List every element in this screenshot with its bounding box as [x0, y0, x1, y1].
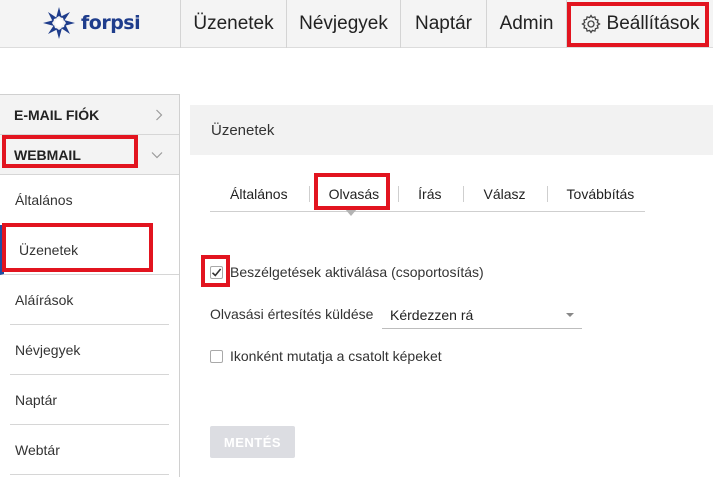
sidebar-item-contacts[interactable]: Névjegyek [10, 325, 169, 375]
sidebar-item-messages[interactable]: Üzenetek [0, 225, 179, 275]
inline-images-label: Ikonként mutatja a csatolt képeket [230, 348, 442, 364]
settings-tabs: Általános Olvasás Írás Válasz Továbbítás [210, 177, 645, 212]
sidebar-section-webmail[interactable]: WEBMAIL [0, 135, 179, 175]
tab-reply[interactable]: Válasz [484, 186, 526, 202]
sidebar-section-label: E-MAIL FIÓK [14, 106, 100, 123]
gear-icon [580, 14, 601, 34]
nav-settings-label: Beállítások [606, 13, 700, 34]
sidebar-section-email-account[interactable]: E-MAIL FIÓK [0, 95, 179, 135]
tab-separator [462, 186, 464, 202]
forpsi-logo[interactable]: forpsi [42, 6, 141, 40]
nav-contacts[interactable]: Névjegyek [286, 0, 400, 48]
chevron-down-icon [151, 151, 163, 158]
tab-forwarding[interactable]: Továbbítás [567, 186, 635, 202]
tab-reading[interactable]: Olvasás [329, 186, 380, 202]
checkmark-icon [211, 267, 222, 277]
option-conversations: Beszélgetések aktiválása (csoportosítás) [210, 262, 484, 282]
sidebar-item-general[interactable]: Általános [0, 175, 179, 225]
conversations-label: Beszélgetések aktiválása (csoportosítás) [230, 264, 484, 280]
tab-general[interactable]: Általános [230, 186, 288, 202]
sidebar-item-label: Üzenetek [19, 241, 79, 258]
sidebar-item-label: Általános [15, 192, 73, 208]
nav-calendar[interactable]: Naptár [400, 0, 486, 48]
save-button[interactable]: MENTÉS [210, 426, 295, 458]
sidebar-item-calendar[interactable]: Naptár [10, 375, 169, 425]
sidebar-item-signatures[interactable]: Aláírások [10, 275, 169, 325]
sidebar-item-webstorage[interactable]: Webtár [10, 425, 169, 475]
logo-text: forpsi [81, 12, 141, 34]
read-receipt-select[interactable]: Kérdezzen rá [382, 302, 582, 329]
sidebar-item-label: Névjegyek [15, 341, 81, 358]
option-inline-images: Ikonként mutatja a csatolt képeket [210, 346, 442, 366]
page-title: Üzenetek [211, 121, 275, 139]
nav-settings[interactable]: Beállítások [566, 0, 713, 48]
logo-star-icon [43, 7, 75, 39]
conversations-checkbox[interactable] [210, 265, 223, 279]
sidebar-item-label: Aláírások [15, 291, 74, 308]
tab-separator [398, 186, 400, 202]
read-receipt-label: Olvasási értesítés küldése [210, 306, 374, 322]
tab-separator [308, 186, 310, 202]
top-bar: forpsi Üzenetek Névjegyek Naptár Admin B… [0, 0, 713, 48]
nav-admin[interactable]: Admin [486, 0, 566, 48]
sidebar-item-label: Webtár [15, 441, 60, 458]
dropdown-caret-icon [566, 313, 574, 317]
read-receipt-value: Kérdezzen rá [390, 307, 474, 323]
chevron-right-icon [156, 109, 163, 120]
inline-images-checkbox[interactable] [210, 349, 223, 363]
panel-header: Üzenetek [190, 105, 713, 155]
nav-messages[interactable]: Üzenetek [180, 0, 286, 48]
settings-sidebar: E-MAIL FIÓK WEBMAIL Általános Üzenetek A… [0, 94, 180, 477]
option-read-receipt: Olvasási értesítés küldése [210, 304, 373, 324]
sidebar-section-label: WEBMAIL [14, 146, 81, 163]
tab-writing[interactable]: Írás [418, 186, 441, 202]
tab-separator [546, 186, 548, 202]
sidebar-item-label: Naptár [15, 391, 58, 408]
active-tab-indicator [345, 209, 357, 216]
main-nav: Üzenetek Névjegyek Naptár Admin Beállítá… [180, 0, 713, 48]
